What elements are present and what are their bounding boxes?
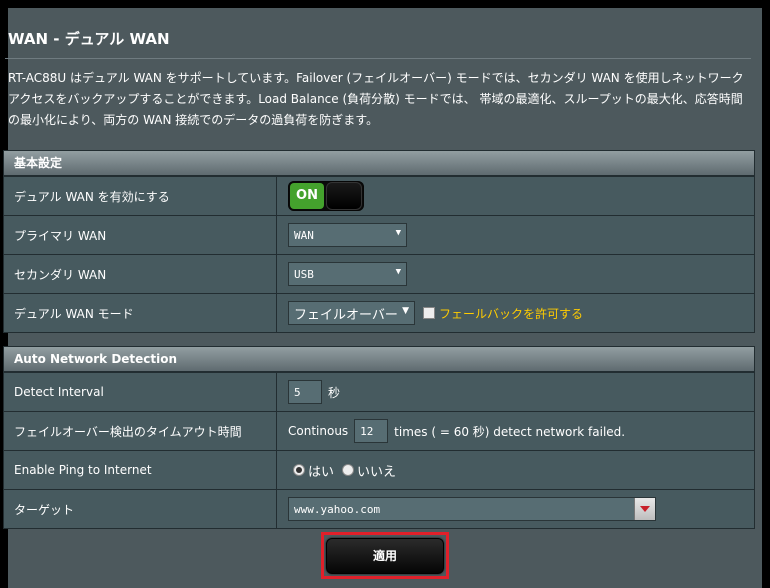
ping-yes-radio[interactable]	[293, 464, 305, 476]
dual-wan-mode-label: デュアル WAN モード	[4, 294, 277, 332]
apply-highlight-box: 適用	[321, 532, 449, 579]
row-detect-interval: Detect Interval 5 秒	[4, 372, 754, 411]
toggle-on-label: ON	[290, 183, 324, 209]
timeout-suffix: times ( = 60 秒) detect network failed.	[394, 424, 626, 439]
chevron-down-icon: ▼	[395, 228, 401, 238]
toggle-knob	[326, 182, 362, 210]
ping-no-radio[interactable]	[342, 464, 355, 476]
basic-settings-section: 基本設定 デュアル WAN を有効にする ON プライマリ WAN WAN ▼ …	[3, 150, 755, 333]
detect-interval-label: Detect Interval	[4, 373, 277, 411]
chevron-down-icon: ▼	[402, 306, 409, 316]
apply-button[interactable]: 適用	[326, 537, 444, 574]
section-header-detection: Auto Network Detection	[4, 347, 754, 372]
auto-network-detection-section: Auto Network Detection Detect Interval 5…	[3, 346, 755, 529]
row-target: ターゲット www.yahoo.com	[4, 489, 754, 528]
target-input[interactable]: www.yahoo.com	[289, 503, 634, 516]
row-enable-ping: Enable Ping to Internet はい いいえ	[4, 450, 754, 489]
dual-wan-mode-select[interactable]: フェイルオーバー ▼	[288, 301, 415, 325]
row-failover-timeout: フェイルオーバー検出のタイムアウト時間 Continous 12 times (…	[4, 411, 754, 450]
page-description: RT-AC88U はデュアル WAN をサポートしています。Failover (…	[8, 71, 744, 127]
primary-wan-select[interactable]: WAN ▼	[288, 223, 407, 247]
ping-no-label: いいえ	[357, 464, 397, 480]
target-combobox[interactable]: www.yahoo.com	[288, 497, 656, 521]
timeout-prefix: Continous	[288, 424, 349, 438]
detect-interval-input[interactable]: 5	[288, 380, 322, 404]
secondary-wan-label: セカンダリ WAN	[4, 255, 277, 293]
fallback-label[interactable]: フェールバックを許可する	[439, 305, 583, 322]
row-primary-wan: プライマリ WAN WAN ▼	[4, 215, 754, 254]
failover-timeout-label: フェイルオーバー検出のタイムアウト時間	[4, 412, 277, 450]
row-dual-wan-mode: デュアル WAN モード フェイルオーバー ▼ フェールバックを許可する	[4, 293, 754, 332]
ping-yes-label: はい	[308, 464, 335, 480]
primary-wan-label: プライマリ WAN	[4, 216, 277, 254]
row-secondary-wan: セカンダリ WAN USB ▼	[4, 254, 754, 293]
target-dropdown-button[interactable]	[634, 498, 655, 520]
chevron-down-icon: ▼	[395, 267, 401, 277]
section-header-basic: 基本設定	[4, 151, 754, 176]
dual-wan-toggle[interactable]: ON	[288, 181, 364, 211]
failover-timeout-input[interactable]: 12	[354, 419, 389, 443]
enable-dual-wan-label: デュアル WAN を有効にする	[4, 177, 277, 215]
detect-interval-unit: 秒	[328, 385, 341, 400]
caret-down-icon	[640, 506, 650, 512]
fallback-checkbox[interactable]	[423, 307, 435, 319]
page-title: WAN - デュアル WAN	[8, 30, 170, 48]
target-label: ターゲット	[4, 490, 277, 528]
row-enable-dual-wan: デュアル WAN を有効にする ON	[4, 176, 754, 215]
secondary-wan-select[interactable]: USB ▼	[288, 262, 407, 286]
enable-ping-label: Enable Ping to Internet	[4, 451, 277, 489]
title-divider	[5, 58, 751, 59]
